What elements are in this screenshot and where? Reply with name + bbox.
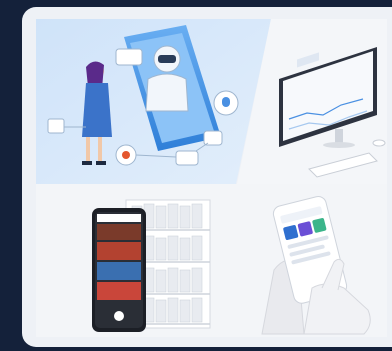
hand-phone-icon [234,184,387,337]
ai-assistant-illustration [36,19,271,184]
robot-assistant-icon [36,19,271,184]
mobile-app-hand-illustration [234,184,387,337]
desktop-monitor-icon [237,19,387,184]
desktop-dashboard-illustration [237,19,387,184]
phone-shelf-scan-icon [36,184,234,337]
retail-shelf-app-illustration [36,184,234,337]
image-card [22,7,392,347]
